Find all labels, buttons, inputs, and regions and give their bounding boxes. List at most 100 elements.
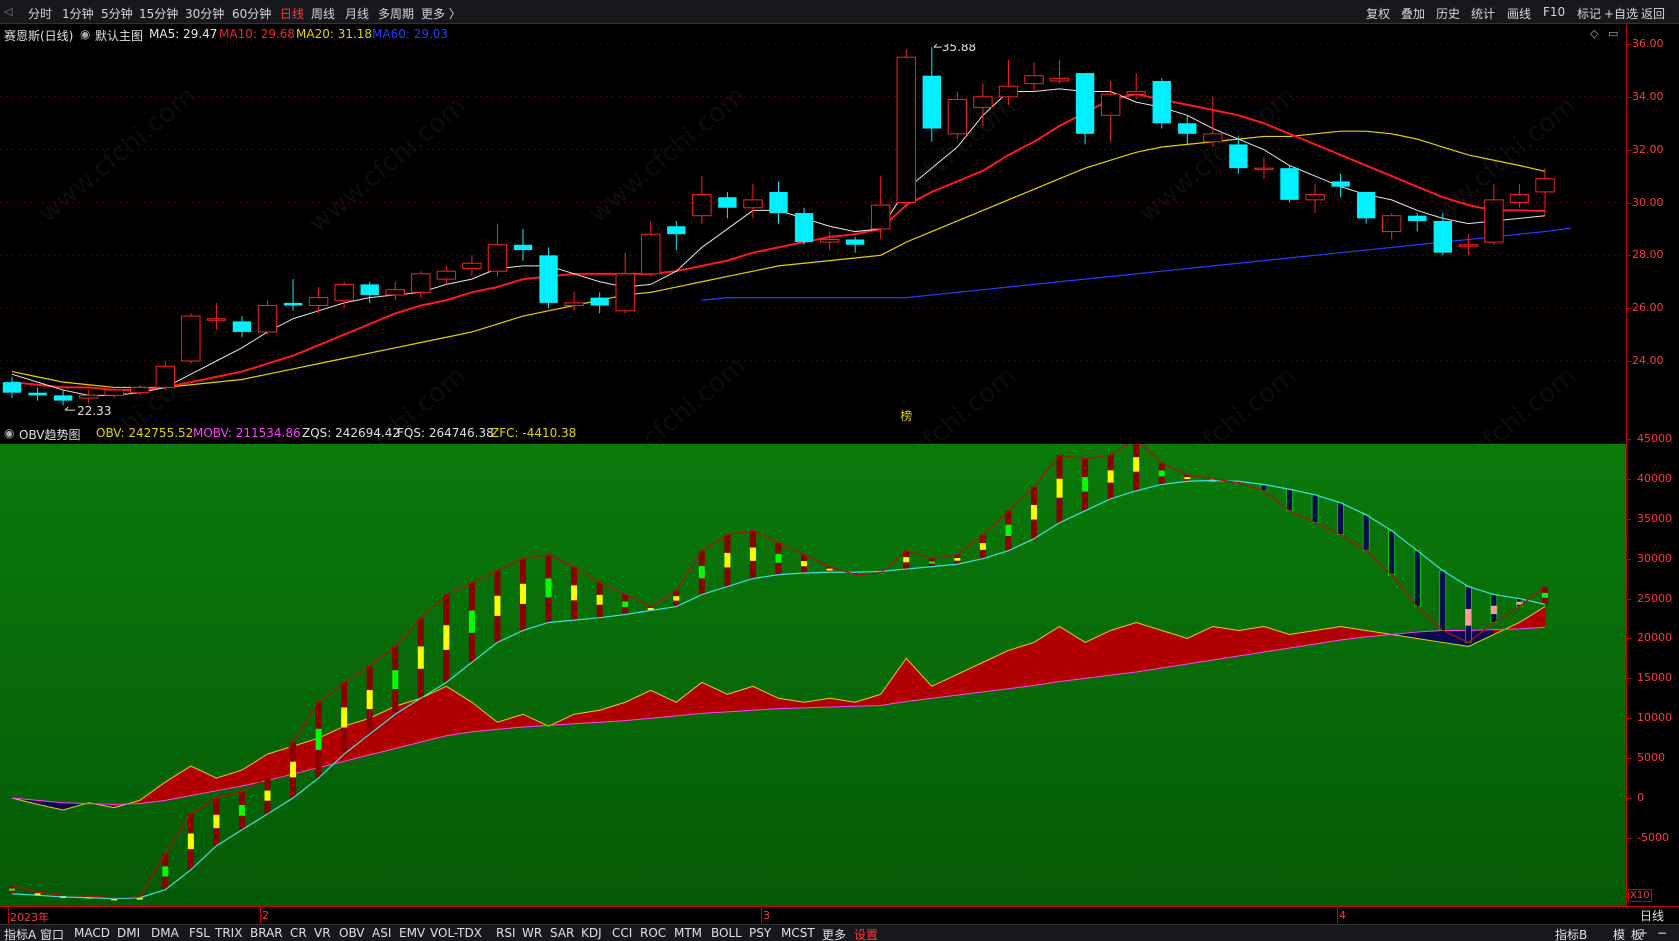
indicator-tab[interactable]: TRIX [215, 926, 242, 940]
bottom-right-control[interactable]: + [1638, 926, 1648, 940]
indicator-tab[interactable]: KDJ [581, 926, 602, 940]
period-tab[interactable]: 周线 [311, 5, 335, 22]
indicator-tab[interactable]: PSY [749, 926, 771, 940]
candle-body-up [998, 85, 1019, 98]
period-tab[interactable]: 1分钟 [62, 5, 94, 22]
zfc-value: ZFC: -4410.38 [491, 426, 577, 440]
indicator-tab[interactable]: BRAR [250, 926, 283, 940]
toolbar-right-item[interactable]: 标记 [1577, 5, 1601, 22]
candle-body-down [667, 226, 686, 235]
bottom-right-control[interactable]: 模 [1613, 926, 1625, 941]
indicator-toggle-icon[interactable]: ◉ [4, 426, 14, 440]
main-chart-panel[interactable]: 35.88 22.33 榜 [0, 40, 1626, 424]
day-period-button[interactable]: 日线 [1640, 907, 1664, 924]
back-icon[interactable]: ◁ [4, 5, 12, 18]
candle-body-up [181, 315, 201, 362]
indicator-tab[interactable]: MTM [674, 926, 702, 940]
ma20-value: MA20: 31.18 [296, 27, 373, 41]
indicator-tab[interactable]: CR [290, 926, 307, 940]
candle-body-down [794, 213, 814, 243]
price-tick-label: 24.00 [1632, 354, 1664, 367]
price-tick-label: 26.00 [1632, 301, 1664, 315]
candle-body-up [692, 194, 712, 217]
indicator-tab[interactable]: 指标A [4, 926, 36, 941]
candle-body-up [1203, 133, 1223, 143]
candle-body-down [1075, 73, 1095, 134]
indicator-tab[interactable]: BOLL [711, 926, 742, 940]
period-tab[interactable]: 分时 [28, 5, 52, 22]
indicator-tab[interactable]: VOL-TDX [430, 926, 482, 940]
indicator-tab[interactable]: EMV [399, 926, 425, 940]
date-label: 2 [262, 909, 269, 922]
period-tab[interactable]: 日线 [280, 5, 304, 22]
period-tab[interactable]: 更多 〉 [421, 5, 461, 22]
indicator-tab[interactable]: 设置 [854, 926, 878, 941]
candle-body-down [360, 284, 379, 295]
ma10-value: MA10: 29.68 [219, 27, 296, 41]
indicator-tab[interactable]: SAR [550, 926, 574, 940]
ma5-value: MA5: 29.47 [149, 27, 218, 41]
indicator-tick-label: 10000 [1637, 711, 1672, 725]
indicator-tab[interactable]: MACD [74, 926, 110, 940]
date-tick [1337, 907, 1338, 923]
period-tab[interactable]: 月线 [345, 5, 369, 22]
toolbar-right-item[interactable]: 返回 [1641, 5, 1665, 22]
ma20-line [11, 130, 1546, 389]
obv-bar-highlight [571, 585, 578, 601]
toolbar-right-item[interactable]: 复权 [1366, 5, 1390, 22]
obv-bar-highlight [596, 594, 603, 605]
template-label[interactable]: 默认主图 [95, 27, 143, 44]
candle-body-down [232, 321, 252, 332]
indicator-tick-label: 35000 [1637, 511, 1672, 525]
indicator-tab[interactable]: MCST [781, 926, 815, 940]
stock-title[interactable]: 赛恩斯(日线) [4, 27, 73, 44]
indicator-tab[interactable]: 更多 [822, 926, 846, 941]
toolbar-right-item[interactable]: 历史 [1436, 5, 1460, 22]
indicator-tab[interactable]: CCI [612, 926, 632, 940]
candle-body-up [1509, 194, 1530, 203]
indicator-tab[interactable]: ASI [372, 926, 391, 940]
indicator-tab[interactable]: 窗口 [40, 926, 64, 941]
tick-mark [1627, 837, 1631, 839]
indicator-tab[interactable]: DMA [151, 926, 179, 940]
period-tab[interactable]: 60分钟 [232, 5, 271, 22]
toolbar-right-item[interactable]: 统计 [1471, 5, 1495, 22]
toolbar-right-item[interactable]: 叠加 [1401, 5, 1425, 22]
toolbar-right-item[interactable]: +自选 [1604, 5, 1638, 22]
indicator-panel[interactable] [0, 438, 1626, 906]
candle-body-down [513, 244, 533, 251]
period-tab[interactable]: 30分钟 [185, 5, 224, 22]
obv-bar-pink [1465, 608, 1472, 626]
zoom-x10-button[interactable]: X10 [1628, 889, 1652, 902]
tick-mark [1627, 308, 1631, 310]
template-dropdown-icon[interactable]: ◉ [80, 27, 90, 41]
date-label: 4 [1339, 909, 1346, 922]
candle-body-up [411, 273, 431, 293]
bottom-right-control[interactable]: − [1657, 926, 1667, 940]
indicator-tab[interactable]: ROC [640, 926, 666, 940]
collapse-icon[interactable]: ▭ [1608, 27, 1618, 40]
period-tab[interactable]: 多周期 [378, 5, 414, 22]
diamond-icon[interactable]: ◇ [1590, 27, 1598, 40]
indicator-tab[interactable]: DMI [117, 926, 140, 940]
bottom-right-control[interactable]: 指标B [1555, 926, 1587, 941]
tick-mark [1627, 718, 1631, 720]
high-arrow [933, 43, 942, 48]
indicator-tab[interactable]: VR [314, 926, 331, 940]
indicator-tick-label: -5000 [1637, 830, 1669, 844]
candle-body-up [206, 318, 227, 321]
indicator-name[interactable]: OBV趋势图 [19, 426, 81, 443]
obv-bar-highlight [1107, 470, 1114, 483]
obv-fill-segment [1110, 622, 1137, 676]
candle-body-up [1100, 93, 1121, 116]
indicator-tab[interactable]: OBV [339, 926, 365, 940]
toolbar-right-item[interactable]: 画线 [1507, 5, 1531, 22]
indicator-tab[interactable]: WR [522, 926, 542, 940]
period-tab[interactable]: 15分钟 [139, 5, 178, 22]
toolbar-right-item[interactable]: F10 [1543, 5, 1565, 19]
candle-body-up [947, 98, 968, 135]
indicator-tab[interactable]: FSL [189, 926, 210, 940]
period-tab[interactable]: 5分钟 [101, 5, 133, 22]
low-arrow [64, 406, 76, 411]
indicator-tab[interactable]: RSI [496, 926, 516, 940]
